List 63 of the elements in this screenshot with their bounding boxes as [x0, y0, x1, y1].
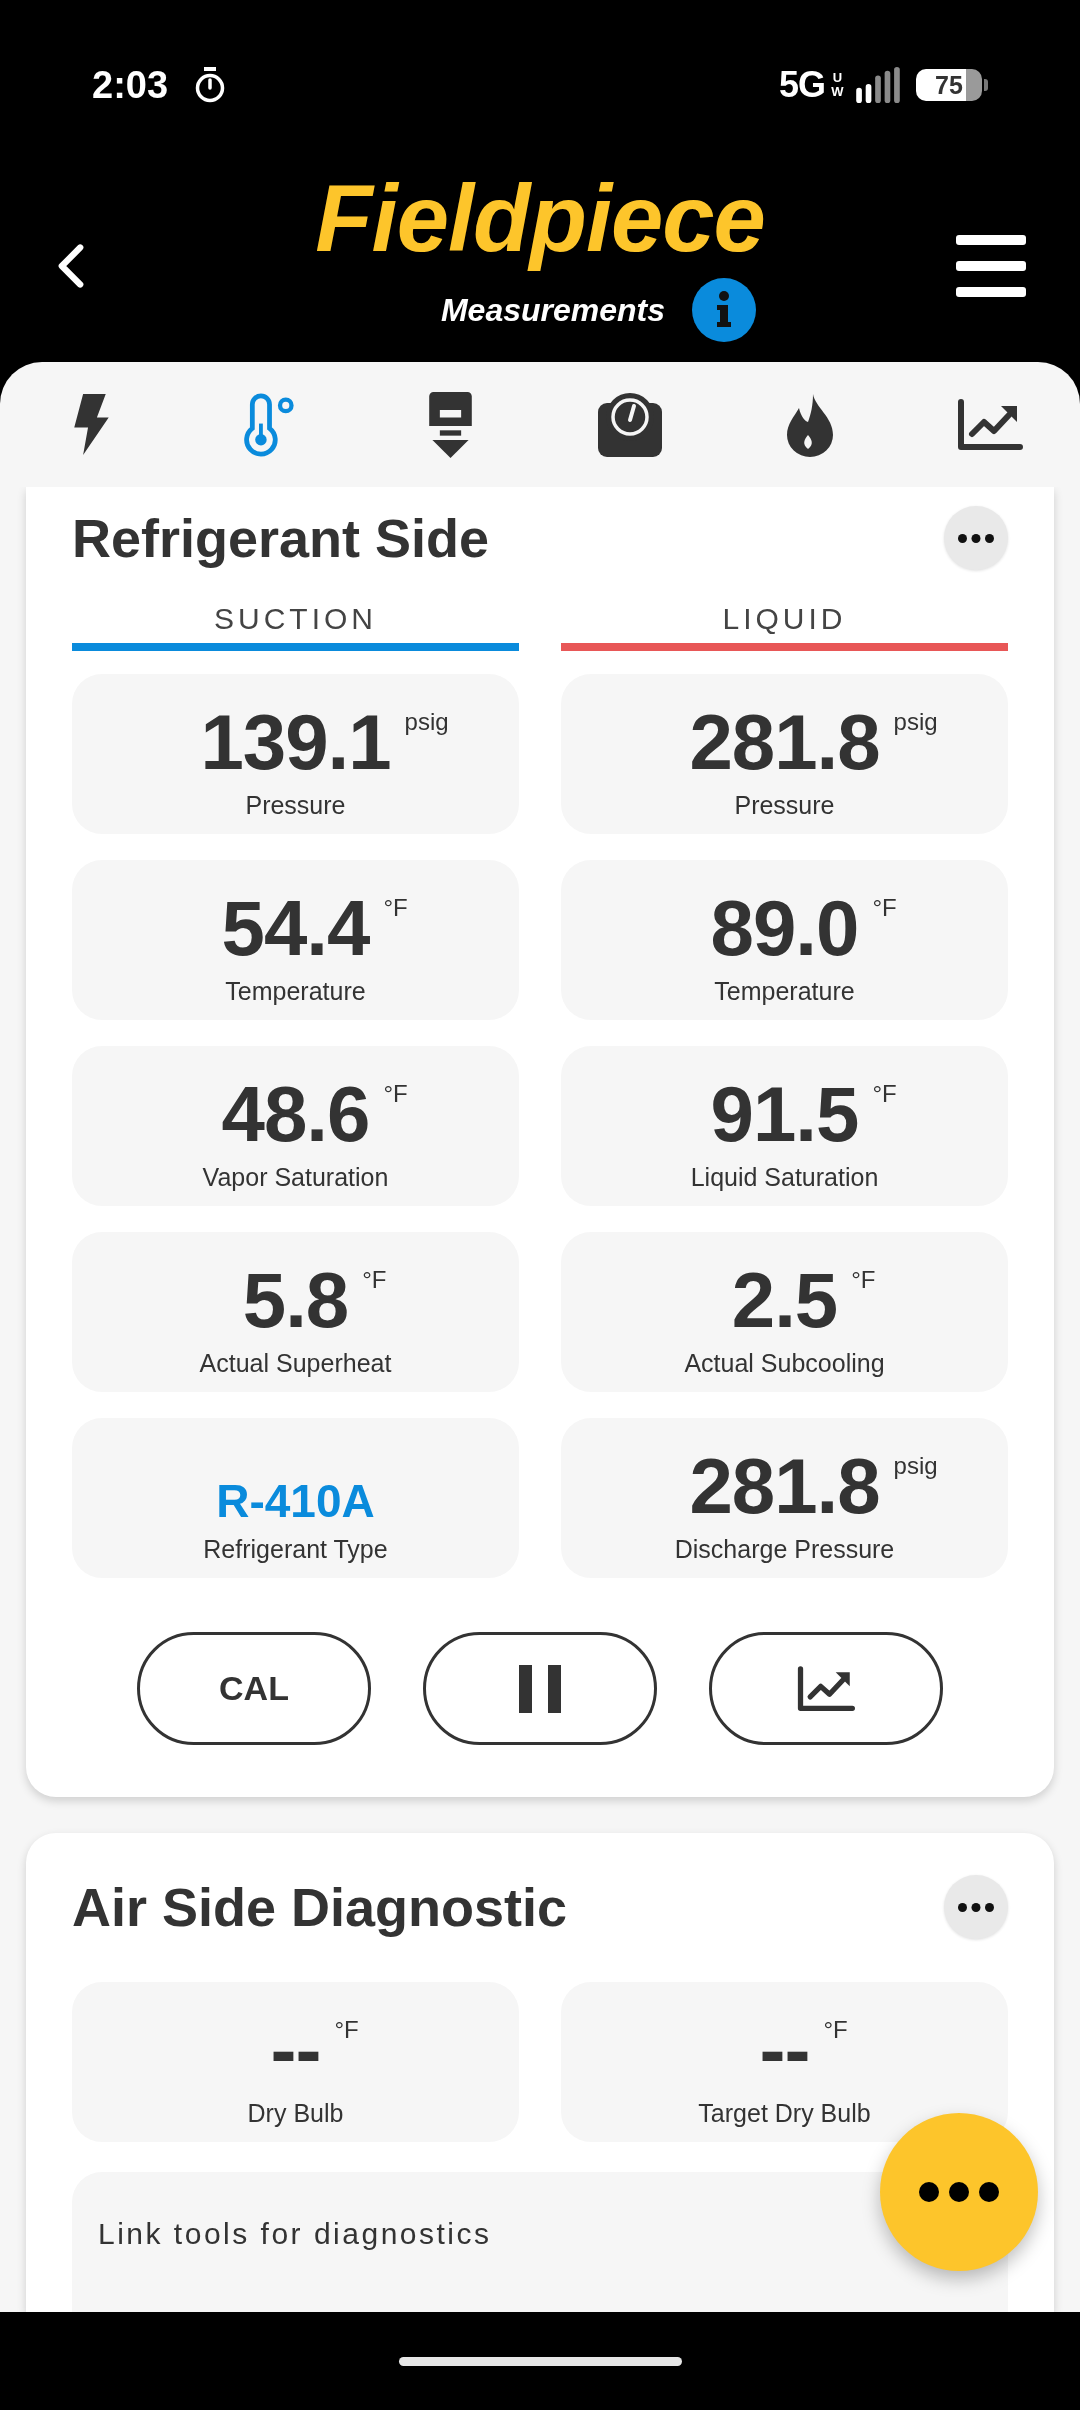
reading-label: Temperature	[714, 976, 855, 1006]
reading-label: Dry Bulb	[247, 2098, 344, 2128]
reading-value: 54.4	[221, 888, 370, 968]
reading-label: Target Dry Bulb	[698, 2098, 871, 2128]
more-icon	[958, 533, 994, 543]
reading-value: 91.5	[710, 1074, 859, 1154]
page-subtitle: Measurements	[440, 291, 666, 329]
reading-label: Pressure	[245, 790, 346, 820]
pause-icon	[519, 1664, 561, 1713]
unit-label: °F	[334, 2016, 359, 2044]
info-icon	[692, 278, 757, 342]
more-button[interactable]	[944, 506, 1008, 570]
trend-chart-icon	[957, 398, 1023, 451]
more-button[interactable]	[944, 1875, 1008, 1939]
more-icon	[958, 1902, 994, 1912]
reading-value: 2.5	[731, 1260, 838, 1340]
reading-value: 281.8	[689, 1446, 880, 1526]
reading-label: Liquid Saturation	[690, 1162, 879, 1192]
unit-label: °F	[383, 1080, 408, 1108]
reading-value: 281.8	[689, 702, 880, 782]
reading-label: Discharge Pressure	[674, 1534, 895, 1564]
unit-label: °F	[823, 2016, 848, 2044]
trend-chart-icon	[797, 1665, 855, 1712]
network-type: 5G	[778, 65, 825, 105]
clock-time: 2:03	[92, 63, 169, 107]
signal-icon	[856, 67, 900, 103]
reading-value: 48.6	[221, 1074, 370, 1154]
reading-value: --	[759, 2010, 810, 2090]
scale-icon	[598, 392, 662, 457]
stopwatch-icon	[194, 67, 227, 103]
cal-button[interactable]: CAL	[137, 1632, 371, 1745]
card-title: Air Side Diagnostic	[72, 1876, 568, 1939]
reading-label: Temperature	[225, 976, 366, 1006]
column-header: LIQUID	[722, 601, 847, 637]
unit-label: °F	[851, 1266, 876, 1294]
column-header: SUCTION	[214, 601, 377, 637]
unit-label: °F	[872, 1080, 897, 1108]
reading-label: Pressure	[734, 790, 835, 820]
unit-label: °F	[383, 894, 408, 922]
battery-indicator: 75	[916, 69, 988, 101]
download-icon	[428, 391, 472, 458]
unit-label: °F	[362, 1266, 387, 1294]
reading-value: 89.0	[710, 888, 859, 968]
info-button[interactable]	[692, 278, 757, 342]
reading-label: Actual Subcooling	[684, 1348, 885, 1378]
reading-value: --	[270, 2010, 321, 2090]
thermometer-icon	[243, 392, 297, 457]
reading-label: Refrigerant Type	[203, 1534, 388, 1564]
unit-label: psig	[404, 708, 449, 736]
unit-label: psig	[893, 1452, 938, 1480]
reading-value: 5.8	[242, 1260, 349, 1340]
chevron-left-icon	[56, 243, 86, 289]
unit-label: °F	[872, 894, 897, 922]
more-icon	[919, 2182, 999, 2202]
card-title: Refrigerant Side	[72, 507, 490, 570]
reading-label: Actual Superheat	[199, 1348, 392, 1378]
reading-label: Vapor Saturation	[202, 1162, 389, 1192]
message-text: Link tools for diagnostics	[98, 2217, 492, 2250]
reading-value: 139.1	[200, 702, 391, 782]
refrigerant-value: R-410A	[216, 1474, 375, 1526]
unit-label: psig	[893, 708, 938, 736]
menu-icon	[956, 235, 1026, 297]
network-suffix: UW	[831, 70, 844, 100]
